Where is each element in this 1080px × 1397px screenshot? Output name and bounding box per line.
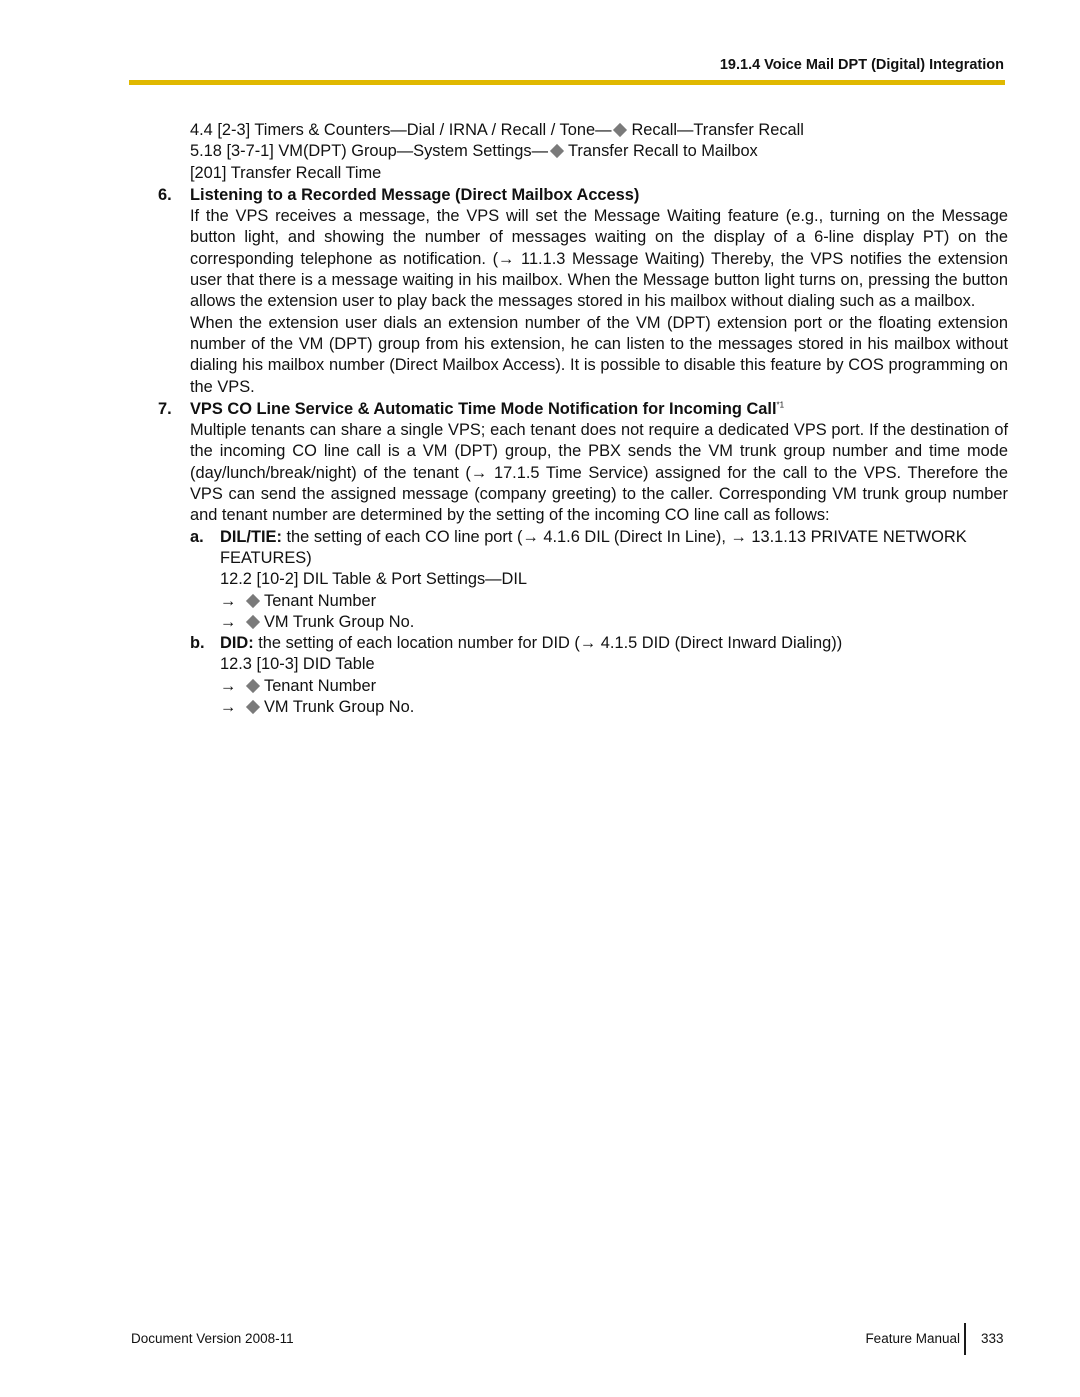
reference-line: [201] Transfer Recall Time xyxy=(158,163,1008,184)
item-label: DID: xyxy=(220,634,254,653)
arrow-icon: → xyxy=(220,612,237,631)
reference-text: 4.4 [2-3] Timers & Counters—Dial / IRNA … xyxy=(190,121,612,139)
arrow-icon: → xyxy=(220,676,237,695)
item-sub-entry: → VM Trunk Group No. xyxy=(158,697,1008,718)
item-reference: 12.3 [10-3] DID Table xyxy=(220,655,375,674)
item-sub-entry: → VM Trunk Group No. xyxy=(158,612,1008,633)
sub-item-did: b. DID: the setting of each location num… xyxy=(158,633,1008,654)
section-6-paragraph-1: If the VPS receives a message, the VPS w… xyxy=(190,207,1008,311)
sub-entry-text: Tenant Number xyxy=(264,591,377,610)
reference-text: [201] Transfer Recall Time xyxy=(190,163,382,182)
footer-separator xyxy=(964,1323,966,1355)
manual-name: Feature Manual xyxy=(865,1331,960,1346)
item-sub-entry: → Tenant Number xyxy=(158,591,1008,612)
section-6-heading: 6. Listening to a Recorded Message (Dire… xyxy=(158,185,1008,206)
section-number: 6. xyxy=(158,185,172,204)
document-version: Document Version 2008-11 xyxy=(131,1331,294,1346)
section-title: VPS CO Line Service & Automatic Time Mod… xyxy=(190,399,777,418)
section-title: Listening to a Recorded Message (Direct … xyxy=(190,185,640,204)
section-6-paragraph-2: When the extension user dials an extensi… xyxy=(190,313,1008,396)
sub-entry-text: VM Trunk Group No. xyxy=(264,698,415,717)
item-letter: b. xyxy=(190,634,205,653)
item-letter: a. xyxy=(190,527,204,546)
sub-entry-text: Tenant Number xyxy=(264,676,377,695)
arrow-icon: → xyxy=(220,698,237,717)
section-7-paragraph-1: Multiple tenants can share a single VPS;… xyxy=(190,421,1008,525)
item-text: the setting of each CO line port (→ 4.1.… xyxy=(220,527,967,567)
reference-line: 4.4 [2-3] Timers & Counters—Dial / IRNA … xyxy=(158,120,1008,141)
diamond-icon xyxy=(245,614,261,630)
reference-text: 5.18 [3-7-1] VM(DPT) Group—System Settin… xyxy=(190,142,548,161)
page-content: 4.4 [2-3] Timers & Counters—Dial / IRNA … xyxy=(158,120,1008,718)
header-rule xyxy=(129,80,1005,85)
diamond-icon xyxy=(245,700,261,715)
item-text: the setting of each location number for … xyxy=(253,634,843,653)
section-header-title: 19.1.4 Voice Mail DPT (Digital) Integrat… xyxy=(719,57,1004,73)
footnote-marker: *1 xyxy=(776,400,785,410)
reference-text: Recall—Transfer Recall xyxy=(631,121,804,139)
section-7-heading: 7. VPS CO Line Service & Automatic Time … xyxy=(158,399,1008,420)
reference-text: Transfer Recall to Mailbox xyxy=(567,142,758,161)
sub-entry-text: VM Trunk Group No. xyxy=(264,612,415,631)
arrow-icon: → xyxy=(220,591,237,610)
sub-item-dil-tie: a. DIL/TIE: the setting of each CO line … xyxy=(158,527,1008,570)
diamond-icon xyxy=(549,144,565,159)
item-reference: 12.2 [10-2] DIL Table & Port Settings—DI… xyxy=(220,570,528,589)
page-number: 333 xyxy=(981,1331,1004,1346)
section-number: 7. xyxy=(158,399,172,418)
item-sub-entry: → Tenant Number xyxy=(158,676,1008,697)
reference-line: 5.18 [3-7-1] VM(DPT) Group—System Settin… xyxy=(158,141,1008,162)
item-label: DIL/TIE: xyxy=(220,527,282,546)
diamond-icon xyxy=(245,678,261,693)
diamond-icon xyxy=(245,593,261,608)
diamond-icon xyxy=(613,123,628,138)
